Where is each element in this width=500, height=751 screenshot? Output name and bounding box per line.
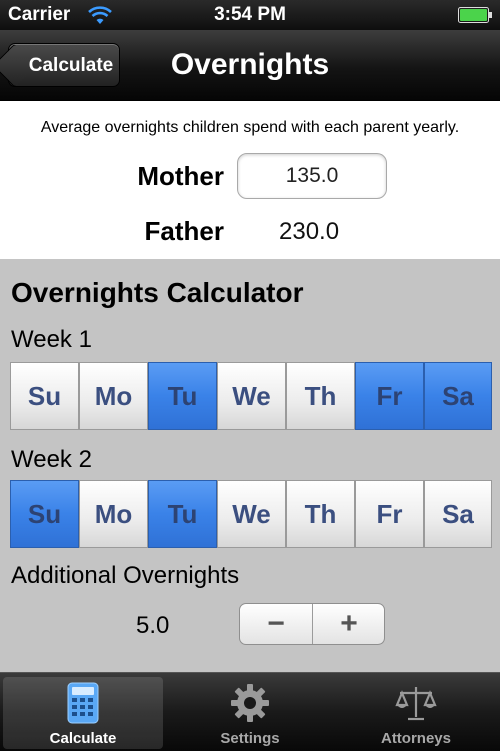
scales-icon — [395, 687, 437, 721]
week2-day-we[interactable]: We — [217, 480, 286, 548]
week1-day-th[interactable]: Th — [286, 362, 355, 430]
week2-day-sa[interactable]: Sa — [424, 480, 492, 548]
navigation-bar: Calculate Overnights — [0, 30, 500, 101]
father-overnights-value: 230.0 — [279, 218, 340, 245]
tab-label: Settings — [220, 730, 280, 747]
tab-calculate[interactable]: Calculate — [3, 677, 163, 749]
tab-attorneys[interactable]: Attorneys — [336, 677, 496, 749]
week1-day-selector: Su Mo Tu We Th Fr Sa — [10, 362, 492, 430]
week1-day-fr[interactable]: Fr — [355, 362, 424, 430]
week2-day-su[interactable]: Su — [10, 480, 79, 548]
week1-day-mo[interactable]: Mo — [79, 362, 148, 430]
week2-label: Week 2 — [11, 446, 92, 473]
increment-button[interactable]: + — [313, 604, 384, 644]
week2-day-selector: Su Mo Tu We Th Fr Sa — [10, 480, 492, 548]
info-panel: Average overnights children spend with e… — [0, 101, 500, 259]
info-description: Average overnights children spend with e… — [40, 119, 460, 136]
week1-day-sa[interactable]: Sa — [424, 362, 492, 430]
status-bar: Carrier 3:54 PM — [0, 0, 500, 30]
calculator-title: Overnights Calculator — [11, 277, 304, 308]
tab-settings[interactable]: Settings — [170, 677, 330, 749]
calculator-icon — [67, 682, 99, 724]
week2-day-fr[interactable]: Fr — [355, 480, 424, 548]
mother-overnights-field[interactable] — [237, 153, 387, 199]
week1-day-we[interactable]: We — [217, 362, 286, 430]
decrement-button[interactable]: − — [240, 604, 313, 644]
week1-day-su[interactable]: Su — [10, 362, 79, 430]
additional-overnights-label: Additional Overnights — [11, 562, 240, 589]
page-title: Overnights — [170, 48, 330, 81]
tab-bar: Calculate Settings Attorneys — [0, 672, 500, 751]
status-time: 3:54 PM — [214, 4, 286, 25]
gear-icon — [231, 684, 269, 722]
week1-label: Week 1 — [11, 326, 92, 353]
tab-label: Attorneys — [380, 730, 451, 747]
week2-day-tu[interactable]: Tu — [148, 480, 217, 548]
week2-day-mo[interactable]: Mo — [79, 480, 148, 548]
battery-icon — [458, 7, 492, 23]
week2-day-th[interactable]: Th — [286, 480, 355, 548]
additional-overnights-stepper: − + — [239, 603, 385, 645]
mother-label: Mother — [137, 161, 224, 191]
additional-overnights-value: 5.0 — [136, 612, 170, 639]
tab-label: Calculate — [49, 730, 117, 747]
father-label: Father — [144, 216, 224, 246]
week1-day-tu[interactable]: Tu — [148, 362, 217, 430]
